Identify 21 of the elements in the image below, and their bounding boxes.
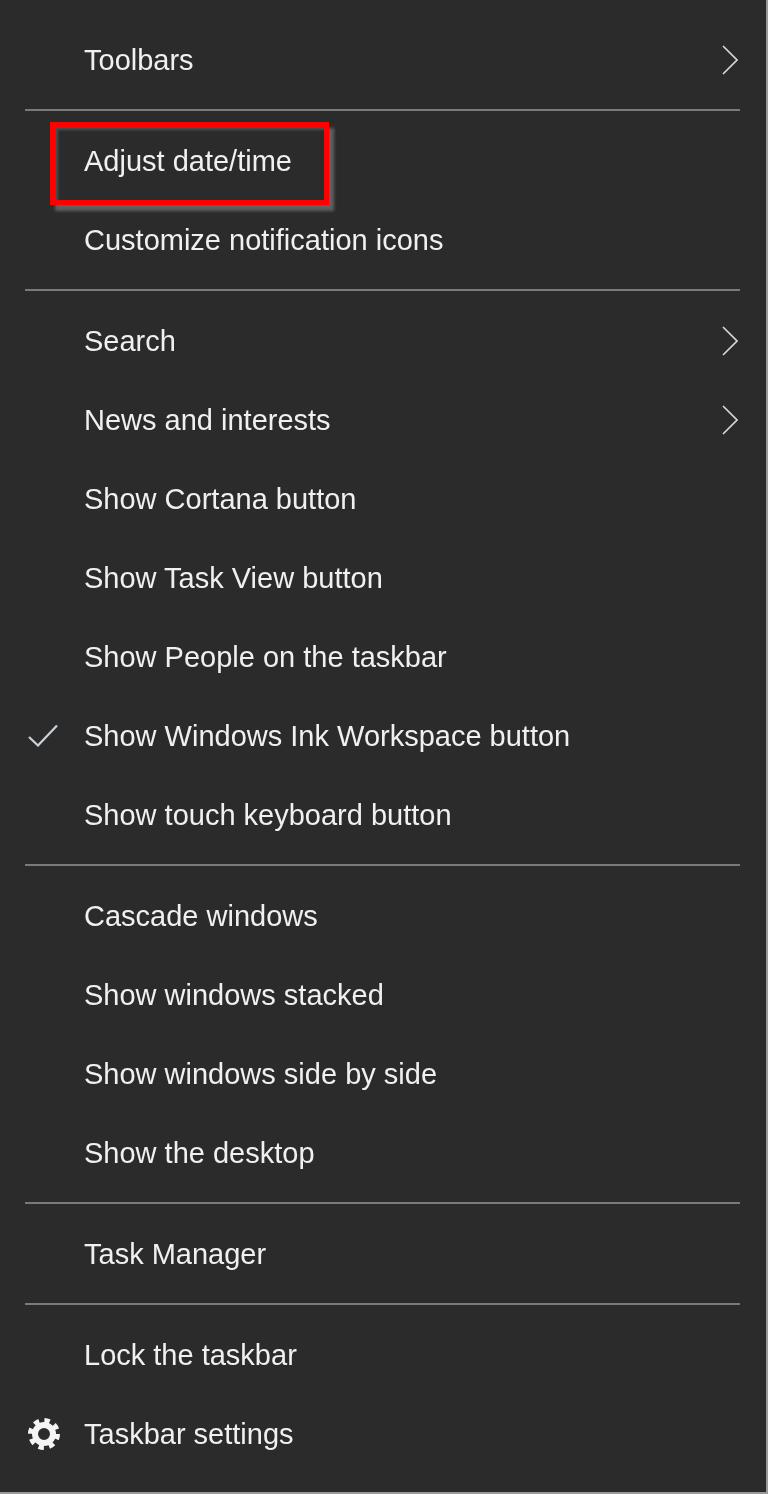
menu-item[interactable]: Toolbars	[0, 20, 766, 99]
menu-item[interactable]: Show touch keyboard button	[0, 775, 766, 854]
chevron-right-icon	[722, 44, 738, 75]
menu-item[interactable]: Customize notification icons	[0, 200, 766, 279]
menu-item[interactable]: Lock the taskbar	[0, 1315, 766, 1394]
menu-item[interactable]: Show People on the taskbar	[0, 617, 766, 696]
menu-item[interactable]: Task Manager	[0, 1214, 766, 1293]
menu-item[interactable]: Show the desktop	[0, 1113, 766, 1192]
chevron-right-icon	[722, 404, 738, 435]
menu-item[interactable]: Show Task View button	[0, 538, 766, 617]
menu-item[interactable]: News and interests	[0, 380, 766, 459]
menu-item[interactable]: Show windows side by side	[0, 1034, 766, 1113]
menu-item[interactable]: Show Windows Ink Workspace button	[0, 696, 766, 775]
menu-item[interactable]: Show Cortana button	[0, 459, 766, 538]
menu-item[interactable]: Show windows stacked	[0, 955, 766, 1034]
menu-item[interactable]: Taskbar settings	[0, 1394, 766, 1473]
menu-item[interactable]: Search	[0, 301, 766, 380]
chevron-right-icon	[722, 325, 738, 356]
menu-item[interactable]: Cascade windows	[0, 876, 766, 955]
settings-icon	[28, 1417, 60, 1450]
menu-item[interactable]: Adjust date/time	[0, 121, 766, 200]
